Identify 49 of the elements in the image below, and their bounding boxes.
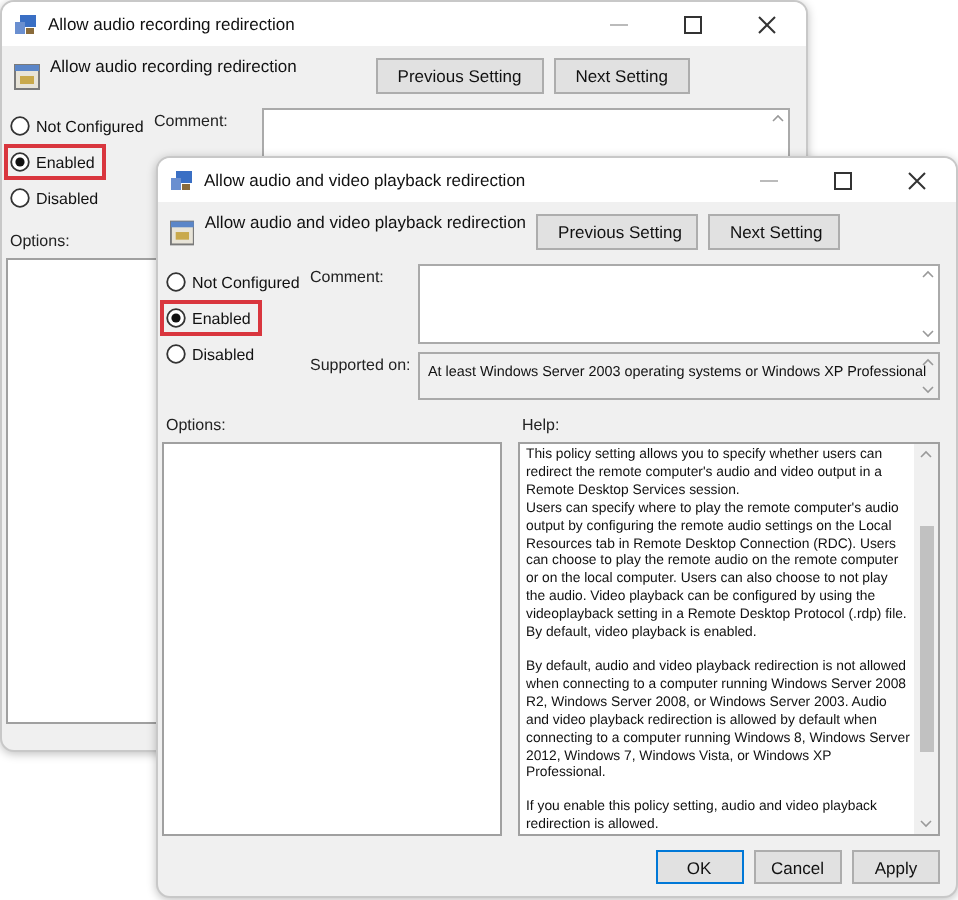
radio-option[interactable]: Disabled <box>4 180 111 216</box>
setting-name: Allow audio and video playback redirection <box>204 212 527 232</box>
comment-label: Comment: <box>154 110 228 130</box>
radio-button[interactable] <box>10 116 30 136</box>
comment-field[interactable] <box>418 264 940 344</box>
close-icon[interactable] <box>757 15 775 33</box>
nav-button[interactable]: Previous Setting <box>375 58 544 94</box>
radio-option[interactable]: Not Configured <box>4 108 156 144</box>
help-label: Help: <box>522 414 560 434</box>
scroll-down-icon[interactable] <box>922 330 934 338</box>
setting-name: Allow audio recording redirection <box>50 56 299 76</box>
maximize-icon[interactable] <box>833 171 851 189</box>
app-icon <box>14 13 38 35</box>
radio-button[interactable] <box>166 308 186 328</box>
scroll-up-icon[interactable] <box>922 358 934 366</box>
radio-button[interactable] <box>166 272 186 292</box>
window-title: Allow audio recording redirection <box>48 14 297 34</box>
scroll-up-icon[interactable] <box>772 114 784 122</box>
maximize-icon[interactable] <box>683 15 701 33</box>
radio-option[interactable]: Enabled <box>160 300 263 336</box>
dialog-button[interactable]: OK <box>655 850 744 884</box>
scroll-up-icon[interactable] <box>920 450 932 458</box>
minimize-icon[interactable] <box>609 23 627 25</box>
radio-option[interactable]: Enabled <box>4 144 107 180</box>
radio-button[interactable] <box>10 188 30 208</box>
nav-button[interactable]: Previous Setting <box>536 214 698 250</box>
options-label: Options: <box>10 230 70 250</box>
radio-button[interactable] <box>166 344 186 364</box>
dialog-button[interactable]: Apply <box>852 850 940 884</box>
supported-on-label: Supported on: <box>310 354 411 374</box>
dialog-button[interactable]: Cancel <box>753 850 842 884</box>
comment-label: Comment: <box>310 266 384 286</box>
app-icon <box>170 169 194 191</box>
options-label: Options: <box>166 414 226 434</box>
window-title: Allow audio and video playback redirection <box>204 170 528 190</box>
policy-setting-icon <box>170 219 195 245</box>
radio-option[interactable]: Disabled <box>160 336 267 372</box>
policy-setting-icon <box>14 63 40 89</box>
nav-button[interactable]: Next Setting <box>553 58 690 94</box>
scroll-down-icon[interactable] <box>920 819 932 828</box>
scroll-down-icon[interactable] <box>922 386 934 394</box>
close-icon[interactable] <box>907 171 925 189</box>
scroll-up-icon[interactable] <box>922 270 934 278</box>
scrollbar[interactable] <box>914 444 938 834</box>
radio-option[interactable]: Not Configured <box>160 264 312 300</box>
radio-button[interactable] <box>10 152 30 172</box>
scroll-thumb[interactable] <box>919 525 933 753</box>
minimize-icon[interactable] <box>759 179 777 181</box>
nav-button[interactable]: Next Setting <box>707 214 840 250</box>
